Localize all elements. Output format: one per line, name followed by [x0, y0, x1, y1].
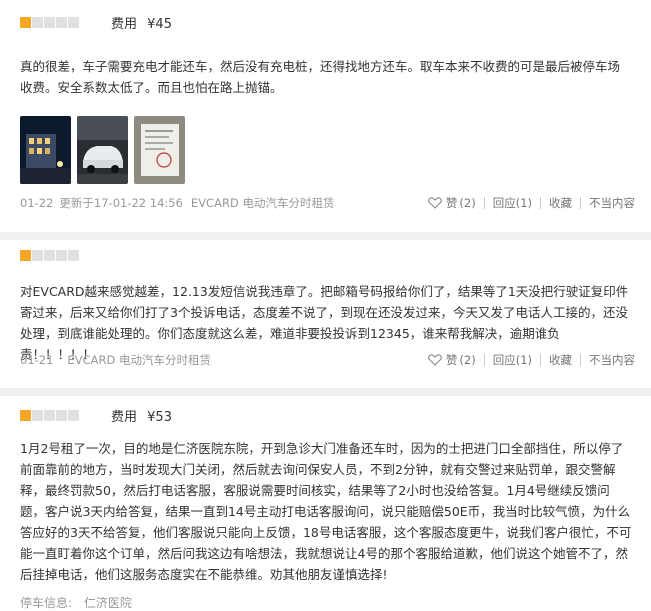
reply-button[interactable]: 回应 (1) — [493, 195, 532, 211]
heart-icon — [428, 197, 442, 209]
night-building-photo[interactable] — [20, 116, 71, 184]
like-count: (2) — [459, 196, 476, 210]
divider — [483, 354, 485, 366]
review-text: 1月2号租了一次，目的地是仁济医院东院，开到急诊大门准备还车时，因为的士把进门口… — [20, 441, 632, 582]
review-updated: 更新于17-01-22 14:56 — [59, 196, 183, 210]
white-car-photo[interactable] — [77, 116, 128, 184]
star-icon — [56, 249, 67, 261]
star-icon — [44, 409, 55, 421]
reply-count: (1) — [515, 196, 532, 210]
star-icon — [20, 409, 31, 421]
like-label: 赞 — [445, 353, 458, 367]
review-header — [20, 245, 79, 265]
parking-info-label: 停车信息: — [20, 596, 73, 610]
report-button[interactable]: 不当内容 — [589, 195, 635, 211]
star-icon — [32, 409, 43, 421]
separator-band — [0, 388, 651, 396]
divider — [580, 197, 581, 209]
review-meta: 01-21 EVCARD 电动汽车分时租赁 赞 (2) 回应 (1) 收藏 不当… — [20, 351, 635, 369]
like-button[interactable]: 赞 (2) — [428, 352, 476, 368]
review-card: 费用 ¥45 真的很差，车子需要充电才能还车，然后没有充电桩，还得找地方还车。取… — [0, 0, 651, 232]
star-icon — [68, 249, 79, 261]
star-icon — [20, 16, 31, 28]
collect-button[interactable]: 收藏 — [549, 352, 572, 368]
star-icon — [56, 409, 67, 421]
review-source: EVCARD 电动汽车分时租赁 — [190, 196, 335, 210]
star-icon — [44, 16, 55, 28]
review-meta: 01-22 更新于17-01-22 14:56 EVCARD 电动汽车分时租赁 … — [20, 194, 635, 212]
review-date: 01-22 — [20, 196, 54, 210]
review-date: 01-21 — [20, 353, 54, 367]
star-icon — [68, 16, 79, 28]
star-rating — [20, 409, 79, 421]
review-header: 费用 ¥45 — [20, 12, 172, 32]
parking-ticket-photo[interactable] — [134, 116, 185, 184]
fee-value: ¥45 — [147, 16, 172, 32]
star-icon — [68, 409, 79, 421]
divider — [540, 197, 541, 209]
separator-band — [0, 232, 651, 240]
heart-icon — [428, 354, 442, 366]
fee: 费用 ¥45 — [111, 13, 172, 32]
fee: 费用 ¥53 — [111, 406, 172, 425]
divider — [580, 354, 581, 366]
reply-count: (1) — [515, 353, 532, 367]
parking-info-value: 仁济医院 — [83, 596, 132, 610]
reply-button[interactable]: 回应 (1) — [493, 352, 532, 368]
fee-value: ¥53 — [147, 409, 172, 425]
fee-label: 费用 — [111, 409, 138, 425]
reply-label: 回应 — [492, 196, 516, 210]
report-button[interactable]: 不当内容 — [589, 352, 635, 368]
review-header: 费用 ¥53 — [20, 405, 172, 425]
star-icon — [20, 249, 31, 261]
review-card: 费用 ¥53 1月2号租了一次，目的地是仁济医院东院，开到急诊大门准备还车时，因… — [0, 396, 651, 610]
like-label: 赞 — [445, 196, 458, 210]
star-icon — [32, 16, 43, 28]
review-photos — [20, 116, 185, 184]
collect-button[interactable]: 收藏 — [549, 195, 572, 211]
divider — [483, 197, 485, 209]
fee-label: 费用 — [111, 16, 138, 32]
review-text: 真的很差，车子需要充电才能还车，然后没有充电桩，还得找地方还车。取车本来不收费的… — [20, 59, 621, 95]
reply-label: 回应 — [492, 353, 516, 367]
divider — [540, 354, 541, 366]
review-card: 对EVCARD越来感觉越差，12.13发短信说我违章了。把邮箱号码报给你们了，结… — [0, 240, 651, 388]
parking-info: 停车信息: 仁济医院 — [20, 594, 132, 611]
review-actions: 赞 (2) 回应 (1) 收藏 不当内容 — [428, 195, 635, 211]
review-source: EVCARD 电动汽车分时租赁 — [67, 353, 211, 367]
star-icon — [32, 249, 43, 261]
star-icon — [56, 16, 67, 28]
star-rating — [20, 16, 79, 28]
like-count: (2) — [459, 353, 476, 367]
star-rating — [20, 249, 79, 261]
review-actions: 赞 (2) 回应 (1) 收藏 不当内容 — [428, 352, 635, 368]
star-icon — [44, 249, 55, 261]
like-button[interactable]: 赞 (2) — [428, 195, 476, 211]
